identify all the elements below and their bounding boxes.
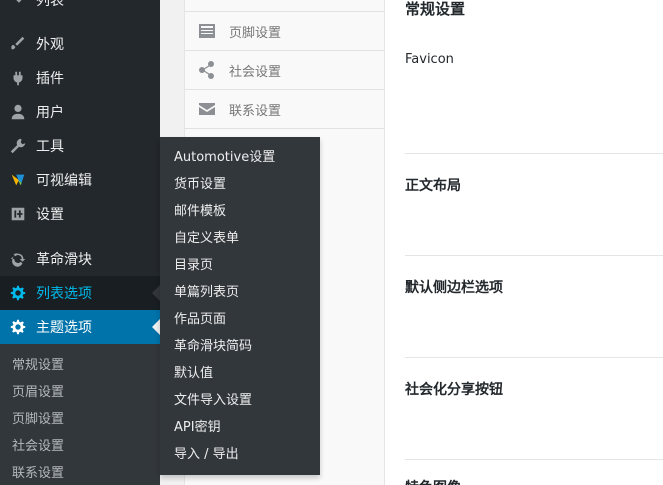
page-title: 常规设置 <box>405 0 466 18</box>
tab-label: 联系设置 <box>229 103 282 119</box>
flyout-item-single-listing[interactable]: 单篇列表页 <box>160 279 320 306</box>
flyout-item-defaults[interactable]: 默认值 <box>160 360 320 387</box>
tab-footer-settings[interactable]: 页脚设置 <box>185 12 385 51</box>
menu-item-settings[interactable]: 设置 <box>0 197 160 231</box>
pin-icon <box>0 0 36 9</box>
section-body-layout: 正文布局 <box>405 178 461 194</box>
plugin-icon <box>0 69 36 87</box>
flyout-item-slider-shortcode[interactable]: 革命滑块简码 <box>160 333 320 360</box>
menu-item-revolution-slider[interactable]: 革命滑块 <box>0 242 160 276</box>
menu-item-label: 可视编辑 <box>36 173 92 189</box>
section-social-share: 社会化分享按钮 <box>405 382 503 398</box>
refresh-icon <box>0 250 36 268</box>
user-icon <box>0 103 36 121</box>
menu-item-label: 用户 <box>36 105 64 121</box>
menu-item-appearance[interactable]: 外观 <box>0 27 160 61</box>
divider <box>405 357 663 358</box>
flyout-item-automotive-settings[interactable]: Automotive设置 <box>160 144 320 171</box>
tab-divider <box>185 0 385 12</box>
submenu-item-general[interactable]: 常规设置 <box>0 352 160 379</box>
flyout-item-custom-forms[interactable]: 自定义表单 <box>160 225 320 252</box>
divider <box>405 153 663 154</box>
flyout-item-listing-page[interactable]: 目录页 <box>160 252 320 279</box>
share-icon <box>185 60 229 80</box>
flyout-item-currency-settings[interactable]: 货币设置 <box>160 171 320 198</box>
flyout-item-file-import[interactable]: 文件导入设置 <box>160 387 320 414</box>
tab-label: 页脚设置 <box>229 25 282 41</box>
admin-sidebar: 列表 外观 插件 用户 工具 可视编辑 设置 革命滑块 列表选项 主题选项 常规… <box>0 0 160 485</box>
section-featured-image: 特色图像 <box>405 477 461 485</box>
menu-item-label: 主题选项 <box>36 320 92 336</box>
settings-sliders-icon <box>0 205 36 223</box>
menu-item-visual-editor[interactable]: 可视编辑 <box>0 163 160 197</box>
menu-item-plugins[interactable]: 插件 <box>0 61 160 95</box>
tab-contact-settings[interactable]: 联系设置 <box>185 90 385 129</box>
menu-item-list-options[interactable]: 列表选项 <box>0 276 160 310</box>
menu-item-label: 设置 <box>36 207 64 223</box>
divider <box>405 459 663 460</box>
divider <box>405 255 663 256</box>
flyout-pointer <box>152 285 160 301</box>
submenu-item-contact[interactable]: 联系设置 <box>0 460 160 485</box>
flyout-item-api-keys[interactable]: API密钥 <box>160 414 320 441</box>
menu-item-label: 工具 <box>36 139 64 155</box>
tab-social-settings[interactable]: 社会设置 <box>185 51 385 90</box>
menu-item-label: 外观 <box>36 37 64 53</box>
menu-item-tools[interactable]: 工具 <box>0 129 160 163</box>
favicon-label: Favicon <box>405 52 454 67</box>
tab-label: 社会设置 <box>229 64 282 80</box>
visual-composer-icon <box>0 171 36 189</box>
footer-icon <box>185 21 229 41</box>
menu-item-list-top[interactable]: 列表 <box>0 0 160 17</box>
list-options-flyout: Automotive设置 货币设置 邮件模板 自定义表单 目录页 单篇列表页 作… <box>160 137 320 475</box>
menu-item-label: 列表选项 <box>36 286 92 302</box>
brush-icon <box>0 35 36 53</box>
submenu-item-footer[interactable]: 页脚设置 <box>0 406 160 433</box>
flyout-item-email-templates[interactable]: 邮件模板 <box>160 198 320 225</box>
section-default-sidebar: 默认侧边栏选项 <box>405 280 503 296</box>
menu-item-label: 革命滑块 <box>36 252 92 268</box>
current-pointer <box>152 319 160 335</box>
gear-icon <box>0 284 36 302</box>
flyout-item-import-export[interactable]: 导入 / 导出 <box>160 441 320 468</box>
menu-item-label: 列表 <box>36 0 64 9</box>
submenu-item-social[interactable]: 社会设置 <box>0 433 160 460</box>
menu-item-label: 插件 <box>36 71 64 87</box>
theme-options-submenu: 常规设置 页眉设置 页脚设置 社会设置 联系设置 <box>0 344 160 485</box>
wrench-icon <box>0 137 36 155</box>
menu-item-users[interactable]: 用户 <box>0 95 160 129</box>
gear-icon <box>0 318 36 336</box>
flyout-item-portfolio-page[interactable]: 作品页面 <box>160 306 320 333</box>
menu-item-theme-options[interactable]: 主题选项 <box>0 310 160 344</box>
envelope-icon <box>185 99 229 119</box>
submenu-item-header[interactable]: 页眉设置 <box>0 379 160 406</box>
settings-panel: 常规设置 Favicon 正文布局 默认侧边栏选项 社会化分享按钮 特色图像 <box>384 0 663 485</box>
